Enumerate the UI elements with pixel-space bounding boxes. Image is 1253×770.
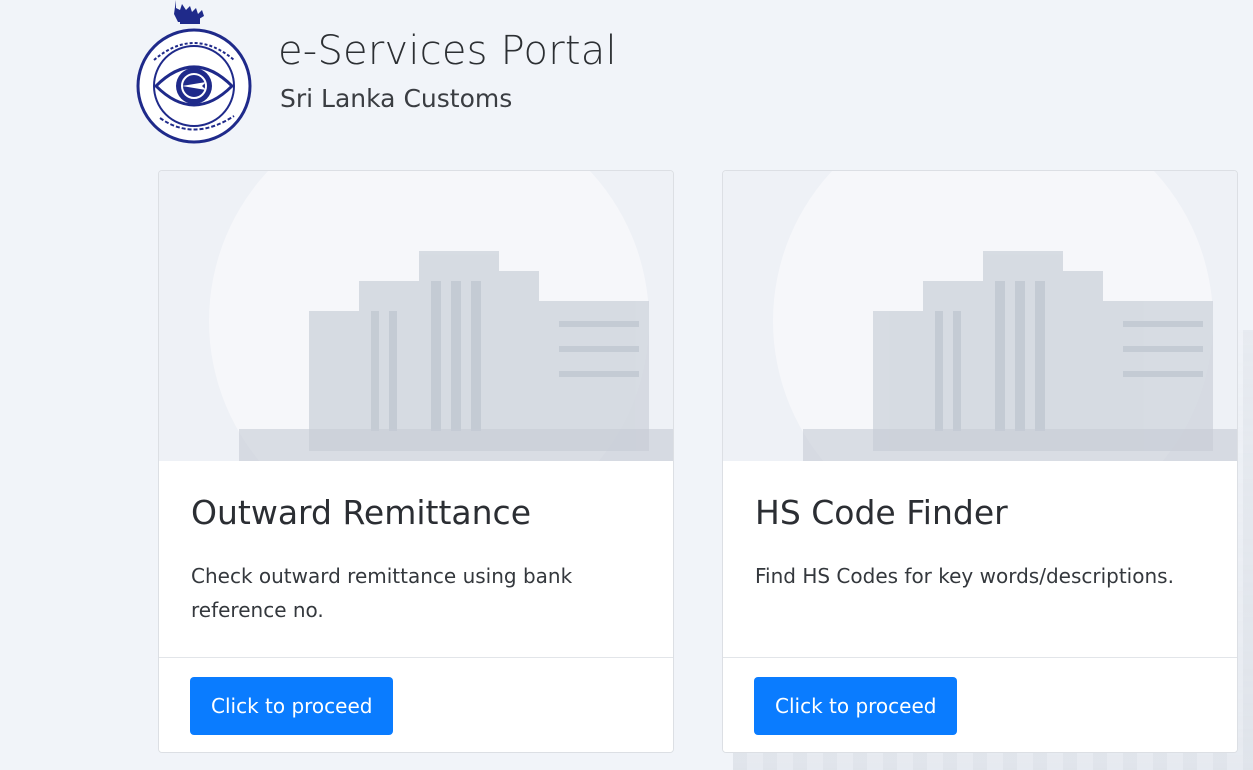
card-footer: Click to proceed bbox=[159, 657, 673, 752]
service-card-outward-remittance: Outward Remittance Check outward remitta… bbox=[158, 170, 674, 753]
service-card-hs-code-finder: HS Code Finder Find HS Codes for key wor… bbox=[722, 170, 1238, 753]
card-image-building bbox=[159, 171, 673, 461]
card-body: Outward Remittance Check outward remitta… bbox=[159, 461, 673, 657]
card-body: HS Code Finder Find HS Codes for key wor… bbox=[723, 461, 1237, 657]
card-image-building bbox=[723, 171, 1237, 461]
card-description: Find HS Codes for key words/descriptions… bbox=[755, 564, 1174, 588]
sri-lanka-customs-logo bbox=[136, 0, 252, 144]
proceed-button-outward-remittance[interactable]: Click to proceed bbox=[190, 677, 394, 735]
card-footer: Click to proceed bbox=[723, 657, 1237, 752]
portal-header: e-Services Portal Sri Lanka Customs bbox=[134, 0, 734, 146]
card-description: Check outward remittance using bank refe… bbox=[191, 564, 573, 622]
portal-title: e-Services Portal bbox=[278, 28, 617, 74]
portal-subtitle: Sri Lanka Customs bbox=[280, 84, 513, 113]
card-title: HS Code Finder bbox=[755, 493, 1008, 532]
proceed-button-hs-code-finder[interactable]: Click to proceed bbox=[754, 677, 958, 735]
card-title: Outward Remittance bbox=[191, 493, 531, 532]
